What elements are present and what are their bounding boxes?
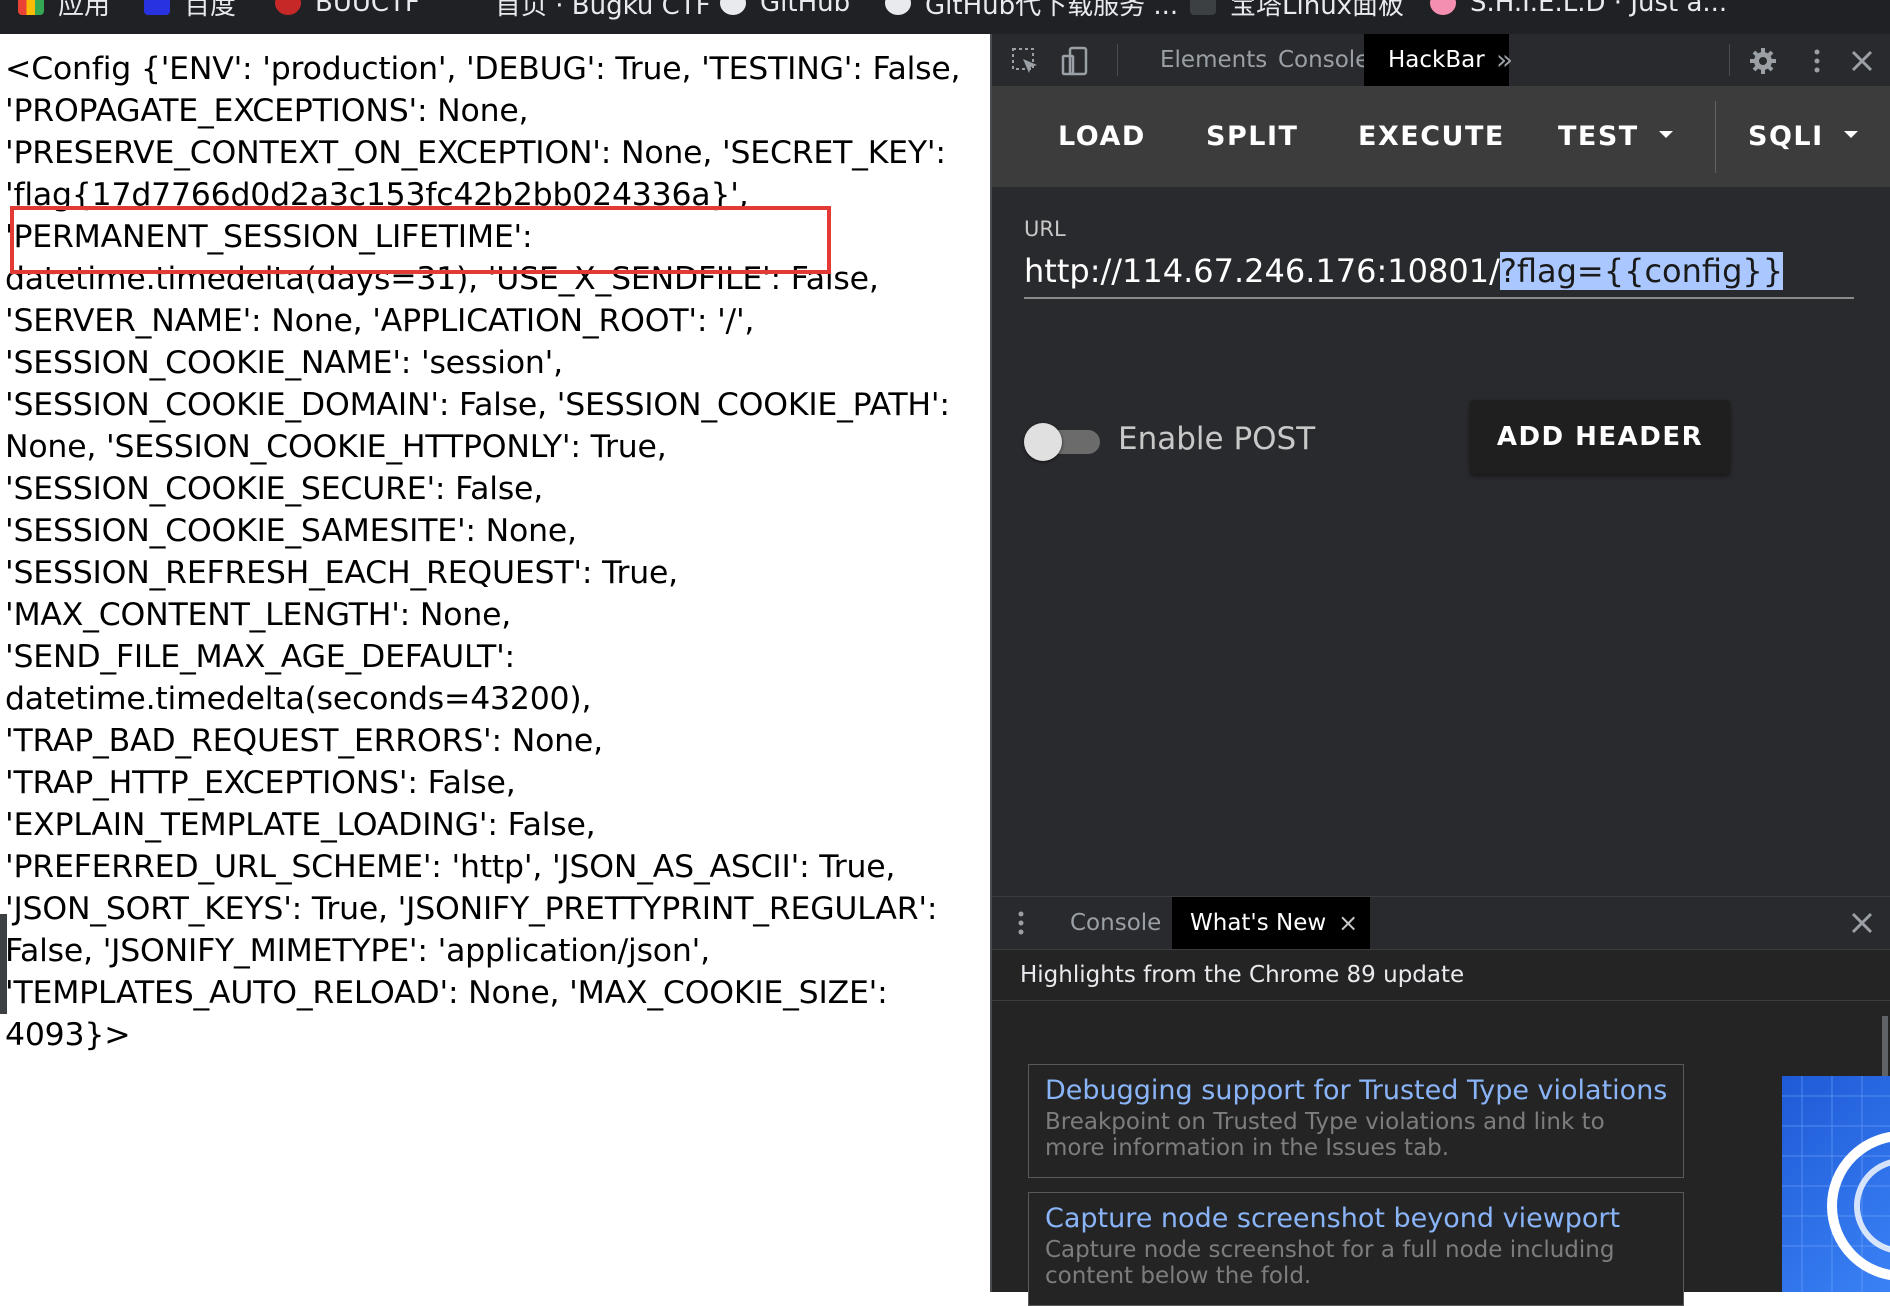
config-line: 'TRAP_BAD_REQUEST_ERRORS': None, [5,723,603,759]
inspect-element-icon[interactable] [1010,46,1040,76]
page-content: <Config {'ENV': 'production', 'DEBUG': T… [0,34,990,1292]
bookmark-github[interactable]: GitHub [720,0,850,20]
close-devtools-icon[interactable] [1847,46,1877,76]
close-drawer-icon[interactable] [1847,908,1877,938]
sqli-button-label: SQLI [1748,121,1824,152]
url-text: http://114.67.246.176:10801/ [1024,252,1500,290]
bugku-icon [455,0,481,15]
buuctf-icon [275,0,301,15]
bookmark-github-download[interactable]: GitHub代下载服务 ... [885,0,1179,21]
whats-new-illustration [1782,1076,1890,1292]
config-line: False, 'JSONIFY_MIMETYPE': 'application/… [5,933,710,969]
bookmark-label: GitHub [760,0,851,18]
load-button[interactable]: LOAD [1058,87,1146,187]
enable-post-label: Enable POST [1118,421,1316,457]
bookmark-baidu[interactable]: 百度 [144,0,237,21]
toolbar-divider [1117,44,1118,76]
bookmark-label: 宝塔Linux面板 [1230,0,1405,21]
bookmark-label: S.H.I.E.L.D · Just a... [1470,0,1728,18]
test-dropdown[interactable]: TEST [1558,87,1673,187]
apps-grid-icon [18,0,44,15]
hackbar-toolbar: LOAD SPLIT EXECUTE TEST SQLI [992,87,1890,187]
flower-icon [1430,0,1456,15]
config-line: <Config {'ENV': 'production', 'DEBUG': T… [5,51,961,87]
bookmark-bt-panel[interactable]: 宝塔Linux面板 [1190,0,1405,21]
bookmarks-bar: 应用 百度 BUUCTF 首页 · Bugku CTF GitHub GitHu… [0,0,1890,34]
bookmark-label: 百度 [184,0,237,21]
device-toggle-icon[interactable] [1060,46,1090,76]
drawer-tab-whats-new[interactable]: What's New × [1172,897,1371,949]
enable-post-toggle[interactable] [1024,420,1102,461]
drawer-menu-icon[interactable] [1006,908,1036,938]
bookmark-label: GitHub代下载服务 ... [925,0,1179,21]
baidu-icon [144,0,170,15]
url-input[interactable]: http://114.67.246.176:10801/?flag={{conf… [1024,247,1854,299]
config-line: 4093}> [5,1017,131,1053]
flag-highlight-box [10,206,831,274]
settings-gear-icon[interactable] [1748,46,1778,76]
bookmark-apps[interactable]: 应用 [18,0,111,21]
devtools-toolbar: Elements Console HackBar » [992,34,1890,87]
whats-new-card[interactable]: Debugging support for Trusted Type viola… [1028,1064,1684,1178]
window-resize-edge[interactable] [0,914,7,1014]
github-icon [720,0,746,15]
config-line: 'TRAP_HTTP_EXCEPTIONS': False, [5,765,516,801]
whats-new-card[interactable]: Capture node screenshot beyond viewport … [1028,1192,1684,1306]
config-line: 'TEMPLATES_AUTO_RELOAD': None, 'MAX_COOK… [5,975,888,1011]
drawer-tabbar: Console What's New × [992,896,1890,950]
card-description: Capture node screenshot for a full node … [1045,1237,1615,1289]
bt-icon [1190,0,1216,15]
config-line: 'MAX_CONTENT_LENGTH': None, [5,597,512,633]
split-button[interactable]: SPLIT [1206,87,1298,187]
config-line: datetime.timedelta(seconds=43200), [5,681,592,717]
card-description: Breakpoint on Trusted Type violations an… [1045,1109,1605,1161]
sqli-dropdown[interactable]: SQLI [1748,87,1858,187]
bookmark-label: 应用 [58,0,111,21]
bookmark-bugku[interactable]: 首页 · Bugku CTF [455,0,711,21]
bookmark-label: BUUCTF [315,0,420,18]
whats-new-heading: Highlights from the Chrome 89 update [1020,962,1465,988]
config-line: 'PRESERVE_CONTEXT_ON_EXCEPTION': None, '… [5,135,946,171]
config-line: None, 'SESSION_COOKIE_HTTPONLY': True, [5,429,667,465]
config-line: 'SESSION_COOKIE_NAME': 'session', [5,345,563,381]
add-header-button[interactable]: ADD HEADER [1470,400,1730,474]
config-line: 'PREFERRED_URL_SCHEME': 'http', 'JSON_AS… [5,849,896,885]
more-options-icon[interactable] [1802,46,1832,76]
config-line: 'SEND_FILE_MAX_AGE_DEFAULT': [5,639,515,675]
bookmark-shield[interactable]: S.H.I.E.L.D · Just a... [1430,0,1727,20]
test-button-label: TEST [1558,121,1639,152]
config-line: 'EXPLAIN_TEMPLATE_LOADING': False, [5,807,596,843]
toggle-thumb [1024,423,1062,461]
config-line: 'PROPAGATE_EXCEPTIONS': None, [5,93,529,129]
card-title[interactable]: Capture node screenshot beyond viewport [1045,1201,1667,1237]
divider [992,1000,1890,1001]
devtools-panel: Elements Console HackBar » LOAD SPLIT EX… [990,34,1890,1306]
download-icon [885,0,911,15]
url-label: URL [1024,217,1066,241]
config-line: 'SESSION_COOKIE_SECURE': False, [5,471,544,507]
chevron-down-icon [1658,131,1673,138]
devtools-drawer: Console What's New × Highlights from the… [992,896,1890,1306]
bookmark-label: 首页 · Bugku CTF [495,0,711,21]
config-output: <Config {'ENV': 'production', 'DEBUG': T… [5,48,965,1056]
config-line: 'SESSION_COOKIE_SAMESITE': None, [5,513,577,549]
toolbar-divider [1715,101,1716,173]
config-line: 'SERVER_NAME': None, 'APPLICATION_ROOT':… [5,303,755,339]
toolbar-divider [1729,44,1730,76]
url-selected-text: ?flag={{config}} [1499,252,1784,290]
drawer-tab-console[interactable]: Console [1052,897,1179,949]
bookmark-buuctf[interactable]: BUUCTF [275,0,420,20]
config-line: 'SESSION_REFRESH_EACH_REQUEST': True, [5,555,678,591]
drawer-tab-label: What's New [1190,910,1327,936]
config-line: 'JSON_SORT_KEYS': True, 'JSONIFY_PRETTYP… [5,891,938,927]
card-title[interactable]: Debugging support for Trusted Type viola… [1045,1073,1667,1109]
chevron-down-icon [1843,131,1858,138]
execute-button[interactable]: EXECUTE [1358,87,1505,187]
config-line: 'SESSION_COOKIE_DOMAIN': False, 'SESSION… [5,387,950,423]
drawer-scrollbar[interactable] [1882,1016,1888,1076]
close-tab-icon[interactable]: × [1338,897,1358,949]
more-tabs-icon[interactable]: » [1472,34,1537,86]
